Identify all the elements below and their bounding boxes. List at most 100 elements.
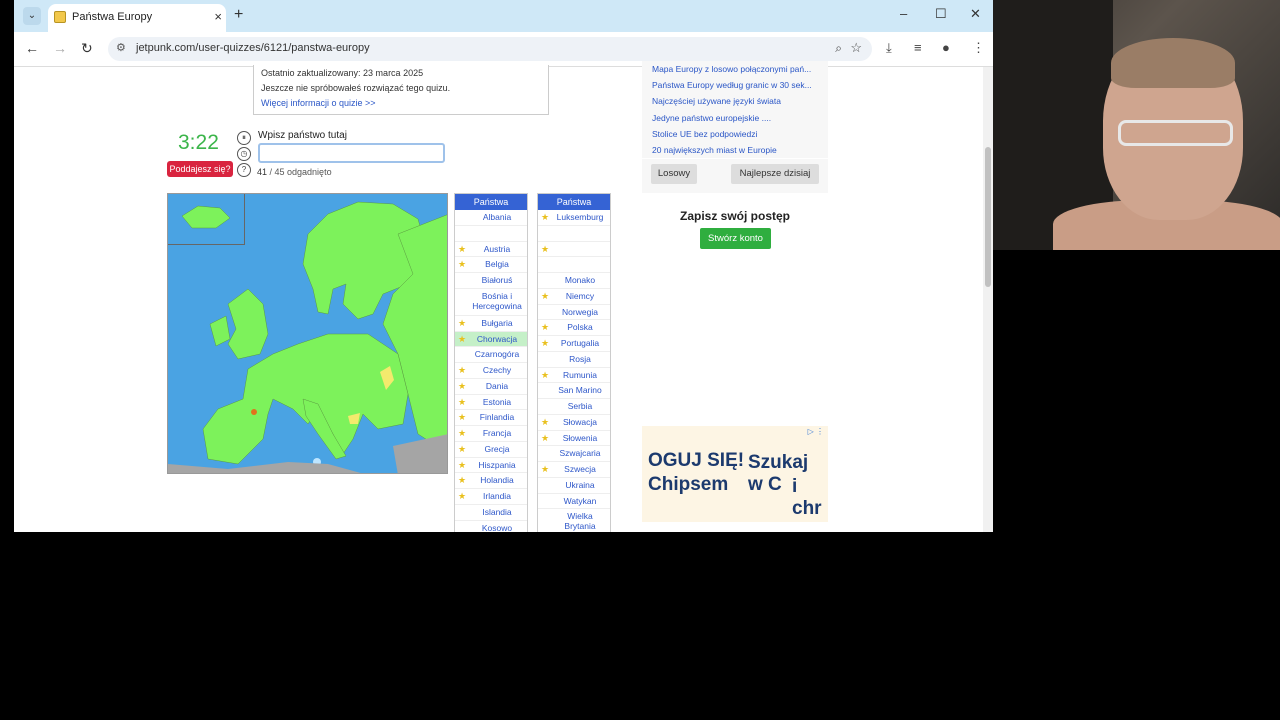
quiz-timer: 3:22 <box>178 131 219 154</box>
save-progress-title: Zapisz swój postęp <box>679 209 790 223</box>
address-bar[interactable]: ⚙ jetpunk.com/user-quizzes/6121/panstwa-… <box>108 37 872 61</box>
clock-icon[interactable]: ◷ <box>237 147 251 161</box>
site-info-icon[interactable]: ⚙ <box>116 41 126 54</box>
browser-window: ⌄ Państwa Europy × + – ☐ ✕ ← → ↻ ⚙ jetpu… <box>14 0 993 532</box>
europe-map[interactable] <box>167 193 448 474</box>
related-quiz-link[interactable]: Najczęściej używane języki świata <box>642 93 828 109</box>
close-tab-icon[interactable]: × <box>214 9 222 24</box>
bookmark-star-icon[interactable]: ☆ <box>850 40 862 56</box>
table-row: Wielka Brytania <box>538 509 610 532</box>
related-quiz-link[interactable]: Jedyne państwo europejskie .... <box>642 110 828 126</box>
star-icon: ★ <box>541 243 550 254</box>
table-row: Kosowo <box>455 521 527 533</box>
star-icon: ★ <box>458 365 467 375</box>
star-icon: ★ <box>541 369 550 380</box>
reload-icon[interactable]: ↻ <box>81 40 93 57</box>
star-icon: ★ <box>541 464 550 474</box>
window-close-icon[interactable]: ✕ <box>970 6 981 22</box>
table-row: ★ Niemcy <box>538 289 610 305</box>
last-updated-text: Ostatnio zaktualizowany: 23 marca 2025 <box>261 68 424 78</box>
country-name: Polska <box>567 322 593 333</box>
iceland-inset <box>168 194 245 245</box>
star-icon: ★ <box>541 322 550 333</box>
more-info-link[interactable]: Więcej informacji o quizie >> <box>261 98 376 108</box>
country-name: Ukraina <box>565 479 595 490</box>
country-name: Bośnia i Hercegowina <box>472 290 522 311</box>
maximize-icon[interactable]: ☐ <box>935 6 947 22</box>
table-row: ★ Grecja <box>455 442 527 458</box>
zoom-icon[interactable]: ⌕ <box>835 41 842 56</box>
page-content: Ostatnio zaktualizowany: 23 marca 2025 J… <box>14 61 993 532</box>
url-text: jetpunk.com/user-quizzes/6121/panstwa-eu… <box>136 42 370 54</box>
related-quiz-link[interactable]: Mapa Europy z losowo połączonymi pań... <box>642 61 828 77</box>
table-row: ★ Portugalia <box>538 336 610 352</box>
tab-active[interactable]: Państwa Europy × <box>48 4 226 32</box>
table-row: ★ Irlandia <box>455 489 527 505</box>
table-row: ★ Chorwacja <box>455 331 527 348</box>
score-text: 41 / 45 odgadnięto <box>257 167 332 177</box>
answers-table-left: Państwa Albania ★ Austria ★ Belgia Białoruś Bo… <box>454 193 528 532</box>
give-up-button[interactable]: Poddajesz się? <box>167 161 233 177</box>
star-icon: ★ <box>458 317 467 328</box>
table-row: Bośnia i Hercegowina <box>455 289 527 316</box>
ad-choices-icon[interactable]: ▷ ⋮ <box>808 427 824 436</box>
country-name: Słowacja <box>562 416 598 427</box>
table-row: Czarnogóra <box>455 347 527 363</box>
help-icon[interactable]: ? <box>237 163 251 177</box>
new-tab-icon[interactable]: + <box>234 6 243 24</box>
table-row: Ukraina <box>538 478 610 494</box>
country-name: Holandia <box>480 475 514 486</box>
table-row: Norwegia <box>538 305 610 321</box>
random-quiz-button[interactable]: Losowy <box>651 164 697 184</box>
table-row: ★ Słowacja <box>538 415 610 431</box>
star-icon: ★ <box>458 459 467 470</box>
country-name: Norwegia <box>562 306 598 317</box>
related-quiz-link[interactable]: Stolice UE bez podpowiedzi <box>642 126 828 142</box>
page-scrollbar[interactable] <box>983 67 993 532</box>
country-name: Bułgaria <box>481 317 513 328</box>
table-row: ★ <box>538 242 610 258</box>
forward-icon[interactable]: → <box>53 40 67 56</box>
create-account-button[interactable]: Stwórz konto <box>700 228 771 249</box>
webcam-person-hair <box>1111 38 1235 88</box>
profile-icon[interactable]: ● <box>942 40 950 55</box>
related-quiz-link[interactable]: Państwa Europy według granic w 30 sek... <box>642 77 828 93</box>
webcam-overlay <box>993 0 1280 250</box>
country-name: Rosja <box>569 353 591 364</box>
country-name: Francja <box>482 428 512 438</box>
pause-icon[interactable]: ⏸ <box>237 131 251 145</box>
related-quiz-link[interactable]: 20 największych miast w Europie <box>642 142 828 158</box>
table-row: Watykan <box>538 494 610 510</box>
country-name: Islandia <box>482 506 512 517</box>
star-icon: ★ <box>541 416 550 427</box>
answer-input[interactable] <box>260 147 443 163</box>
table-row: ★ Austria <box>455 242 527 258</box>
country-name: Kosowo <box>481 522 513 533</box>
scrollbar-thumb[interactable] <box>985 147 991 287</box>
ad-text: i chr <box>792 476 822 519</box>
table-row: ★ Dania <box>455 379 527 395</box>
menu-icon[interactable]: ⋮ <box>972 40 985 56</box>
media-control-icon[interactable]: ≡ <box>914 40 922 55</box>
country-name: Niemcy <box>565 290 595 301</box>
country-name: Grecja <box>484 443 510 454</box>
back-icon[interactable]: ← <box>25 40 39 56</box>
table-row <box>538 257 610 273</box>
table-row: ★ Luksemburg <box>538 210 610 226</box>
advertisement[interactable]: ▷ ⋮ OGUJ SIĘ! Chipsem Szukaj w C i chr <box>642 426 828 522</box>
table-row: ★ Holandia <box>455 473 527 489</box>
star-icon: ★ <box>458 380 467 391</box>
tab-title: Państwa Europy <box>72 11 153 23</box>
tab-search-button[interactable]: ⌄ <box>23 7 41 25</box>
browser-toolbar: ← → ↻ ⚙ jetpunk.com/user-quizzes/6121/pa… <box>14 32 993 67</box>
best-today-button[interactable]: Najlepsze dzisiaj <box>731 164 819 184</box>
related-quizzes: Mapa Europy z losowo połączonymi pań... … <box>642 61 828 159</box>
download-icon[interactable]: ⤓ <box>886 40 892 56</box>
country-name: Szwajcaria <box>559 448 601 459</box>
table-row <box>538 226 610 242</box>
minimize-icon[interactable]: – <box>900 6 907 21</box>
table-row: ★ Czechy <box>455 363 527 379</box>
table-row: ★ Estonia <box>455 395 527 411</box>
country-name: Szwecja <box>564 464 596 474</box>
quiz-nav-buttons: Losowy Najlepsze dzisiaj <box>642 159 828 193</box>
